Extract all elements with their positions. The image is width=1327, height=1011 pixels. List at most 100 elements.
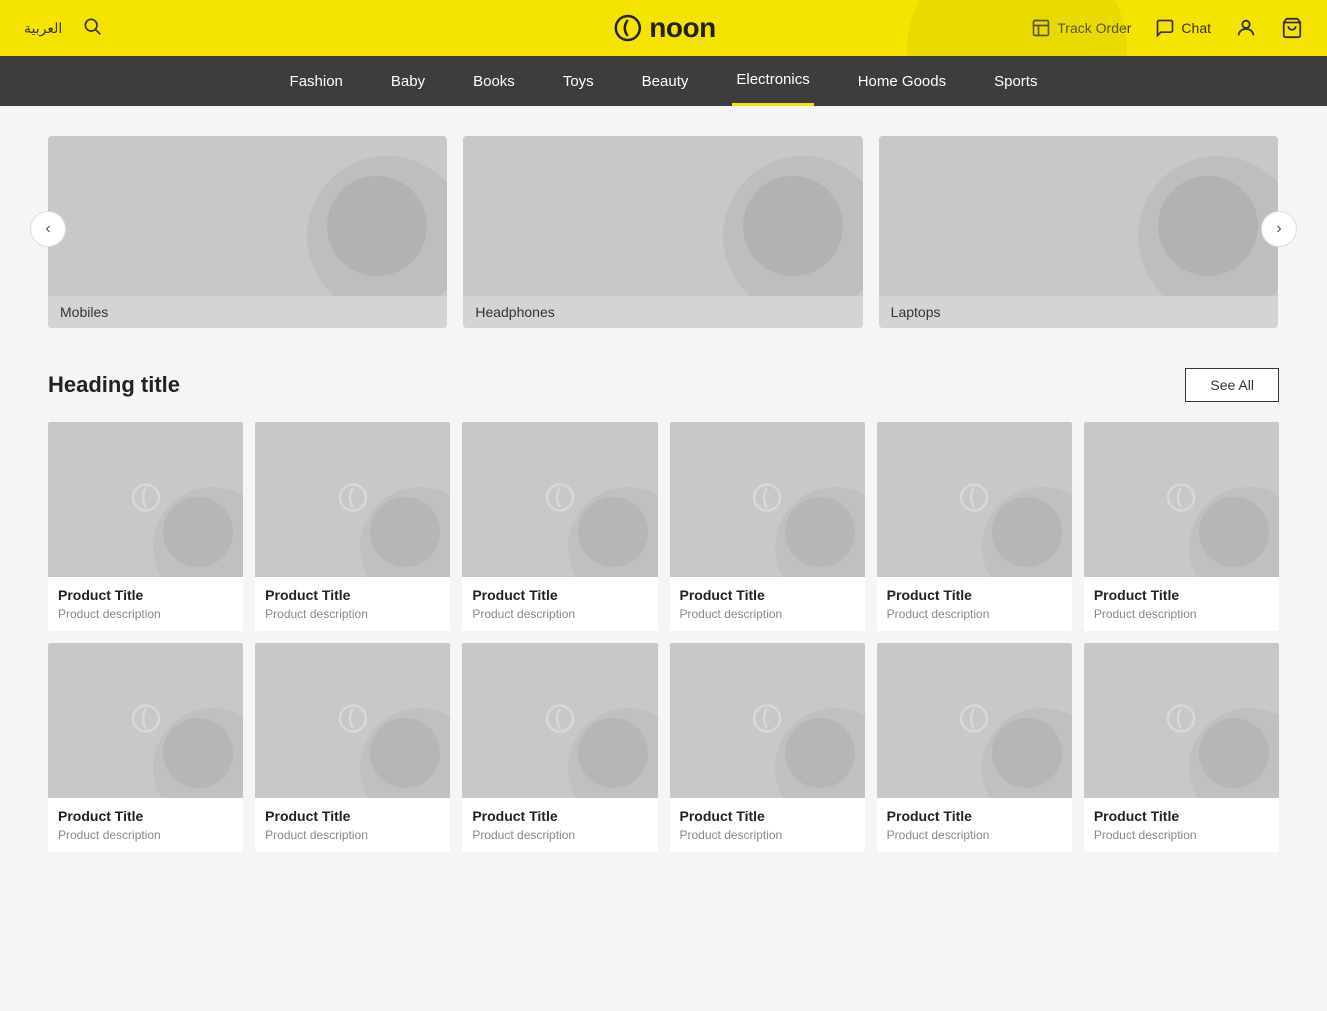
arabic-language-toggle[interactable]: العربية xyxy=(24,20,62,37)
noon-watermark-icon xyxy=(128,479,164,515)
cart-icon xyxy=(1281,17,1303,39)
product-card[interactable]: Product Title Product description xyxy=(670,643,865,852)
noon-watermark-icon xyxy=(128,700,164,736)
product-image xyxy=(48,643,243,798)
product-title: Product Title xyxy=(472,808,647,824)
carousel-card-label: Laptops xyxy=(879,296,1278,328)
product-card[interactable]: Product Title Product description xyxy=(670,422,865,631)
products-section: Heading title See All Product Title Prod… xyxy=(48,368,1279,852)
carousel-prev-button[interactable]: ‹ xyxy=(30,211,66,247)
product-info: Product Title Product description xyxy=(670,798,865,852)
noon-logo-watermark xyxy=(542,700,578,741)
noon-logo-watermark xyxy=(749,479,785,520)
product-info: Product Title Product description xyxy=(1084,577,1279,631)
product-grid-row2: Product Title Product description Produc… xyxy=(48,643,1279,852)
section-title: Heading title xyxy=(48,372,180,398)
product-image xyxy=(877,422,1072,577)
product-title: Product Title xyxy=(265,587,440,603)
product-title: Product Title xyxy=(58,587,233,603)
product-description: Product description xyxy=(680,607,855,621)
nav-item-sports[interactable]: Sports xyxy=(990,56,1041,106)
carousel-card[interactable]: Laptops xyxy=(879,136,1278,328)
noon-watermark-icon xyxy=(335,700,371,736)
product-description: Product description xyxy=(1094,607,1269,621)
product-description: Product description xyxy=(887,828,1062,842)
logo[interactable]: noon xyxy=(611,12,715,44)
noon-watermark-icon xyxy=(1163,700,1199,736)
noon-logo-watermark xyxy=(128,479,164,520)
product-description: Product description xyxy=(58,607,233,621)
search-icon[interactable] xyxy=(82,16,102,41)
product-description: Product description xyxy=(58,828,233,842)
carousel-card[interactable]: Mobiles xyxy=(48,136,447,328)
product-description: Product description xyxy=(265,828,440,842)
noon-watermark-icon xyxy=(956,700,992,736)
noon-logo-icon xyxy=(611,12,643,44)
track-order-button[interactable]: Track Order xyxy=(1031,18,1131,38)
noon-watermark-icon xyxy=(956,479,992,515)
see-all-button[interactable]: See All xyxy=(1185,368,1279,402)
product-card[interactable]: Product Title Product description xyxy=(1084,643,1279,852)
main-content: ‹ Mobiles Headphones Laptops › Heading t… xyxy=(0,106,1327,894)
chat-label: Chat xyxy=(1181,20,1211,36)
product-image xyxy=(462,643,657,798)
product-image xyxy=(255,643,450,798)
nav-item-home-goods[interactable]: Home Goods xyxy=(854,56,950,106)
product-image xyxy=(48,422,243,577)
account-button[interactable] xyxy=(1235,17,1257,39)
chat-button[interactable]: Chat xyxy=(1155,18,1211,38)
noon-watermark-icon xyxy=(1163,479,1199,515)
product-info: Product Title Product description xyxy=(1084,798,1279,852)
product-image xyxy=(877,643,1072,798)
nav-item-toys[interactable]: Toys xyxy=(559,56,598,106)
product-card[interactable]: Product Title Product description xyxy=(1084,422,1279,631)
product-info: Product Title Product description xyxy=(48,798,243,852)
carousel-card-image xyxy=(879,136,1278,296)
product-image xyxy=(255,422,450,577)
carousel-next-button[interactable]: › xyxy=(1261,211,1297,247)
nav-item-baby[interactable]: Baby xyxy=(387,56,429,106)
product-card[interactable]: Product Title Product description xyxy=(877,643,1072,852)
carousel-card-image xyxy=(48,136,447,296)
product-image xyxy=(670,643,865,798)
noon-logo-watermark xyxy=(1163,700,1199,741)
product-description: Product description xyxy=(265,607,440,621)
product-description: Product description xyxy=(472,607,647,621)
noon-watermark-icon xyxy=(542,700,578,736)
product-card[interactable]: Product Title Product description xyxy=(462,422,657,631)
product-title: Product Title xyxy=(887,808,1062,824)
product-card[interactable]: Product Title Product description xyxy=(462,643,657,852)
product-card[interactable]: Product Title Product description xyxy=(48,422,243,631)
product-info: Product Title Product description xyxy=(670,577,865,631)
product-description: Product description xyxy=(1094,828,1269,842)
product-card[interactable]: Product Title Product description xyxy=(255,643,450,852)
product-info: Product Title Product description xyxy=(255,798,450,852)
product-title: Product Title xyxy=(58,808,233,824)
noon-logo-watermark xyxy=(956,479,992,520)
carousel-card-image xyxy=(463,136,862,296)
nav-item-fashion[interactable]: Fashion xyxy=(286,56,347,106)
cart-button[interactable] xyxy=(1281,17,1303,39)
track-order-label: Track Order xyxy=(1057,20,1131,36)
product-title: Product Title xyxy=(1094,808,1269,824)
nav-item-electronics[interactable]: Electronics xyxy=(732,56,813,106)
product-grid-row1: Product Title Product description Produc… xyxy=(48,422,1279,631)
noon-logo-watermark xyxy=(1163,479,1199,520)
product-card[interactable]: Product Title Product description xyxy=(877,422,1072,631)
header-right: Track Order Chat xyxy=(1031,17,1303,39)
track-order-icon xyxy=(1031,18,1051,38)
noon-watermark-icon xyxy=(335,479,371,515)
product-title: Product Title xyxy=(680,808,855,824)
product-title: Product Title xyxy=(887,587,1062,603)
product-card[interactable]: Product Title Product description xyxy=(48,643,243,852)
carousel-card[interactable]: Headphones xyxy=(463,136,862,328)
noon-logo-watermark xyxy=(128,700,164,741)
noon-watermark-icon xyxy=(542,479,578,515)
nav-item-beauty[interactable]: Beauty xyxy=(638,56,693,106)
header-left: العربية xyxy=(24,16,102,41)
nav-item-books[interactable]: Books xyxy=(469,56,519,106)
noon-watermark-icon xyxy=(749,700,785,736)
category-carousel: ‹ Mobiles Headphones Laptops › xyxy=(48,136,1279,328)
product-card[interactable]: Product Title Product description xyxy=(255,422,450,631)
noon-logo-watermark xyxy=(335,479,371,520)
